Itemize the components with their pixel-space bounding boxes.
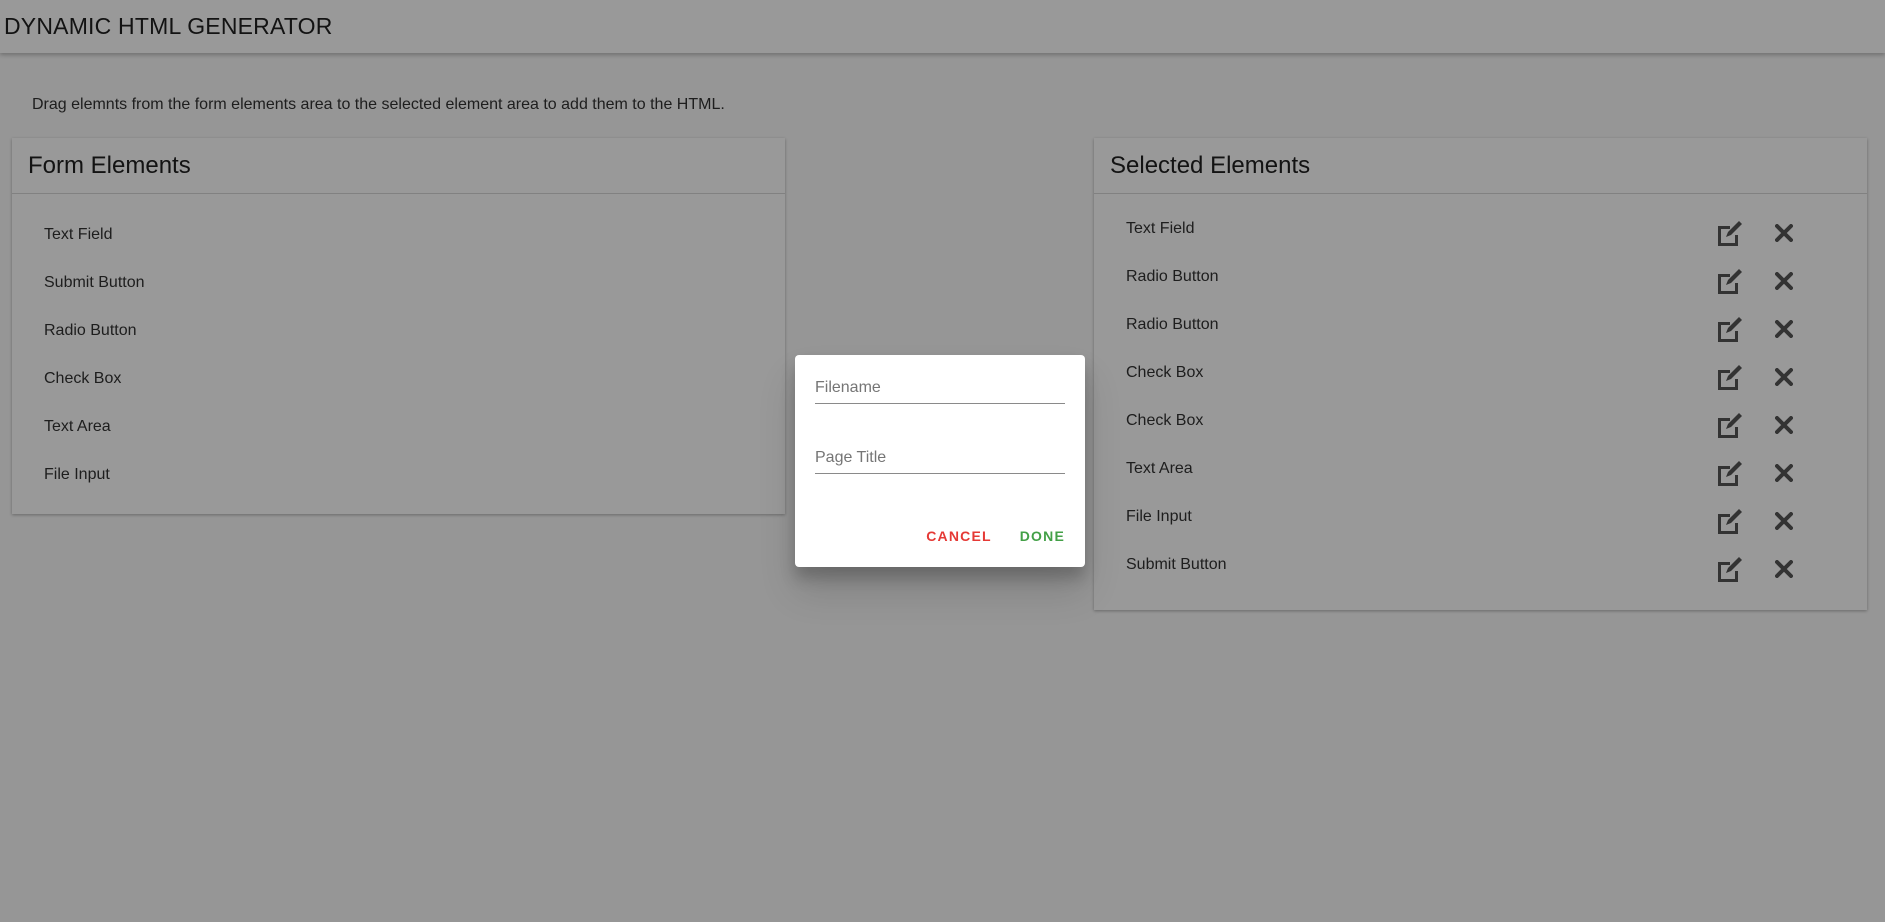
- done-button[interactable]: DONE: [1020, 528, 1065, 544]
- filename-input[interactable]: [815, 372, 1065, 404]
- dialog-actions: CANCEL DONE: [926, 528, 1065, 544]
- save-dialog: CANCEL DONE: [795, 355, 1085, 567]
- page-title-input[interactable]: [815, 442, 1065, 474]
- cancel-button[interactable]: CANCEL: [926, 528, 992, 544]
